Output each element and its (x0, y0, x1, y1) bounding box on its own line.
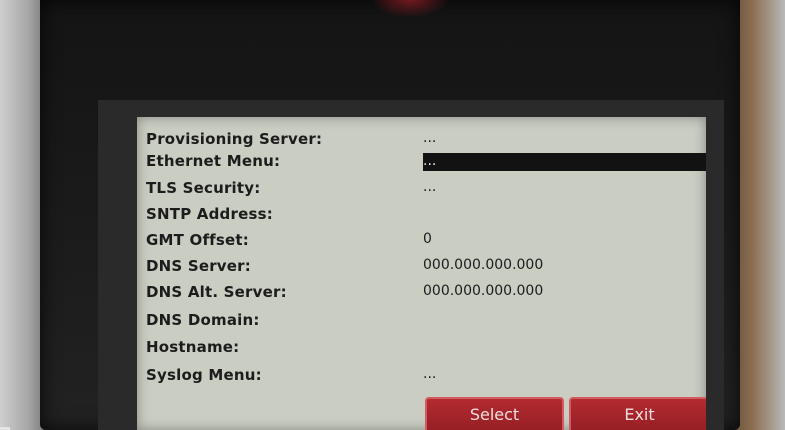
row-label: Ethernet Menu: (146, 152, 281, 170)
brand-logo (370, 0, 450, 18)
row-value: 000.000.000.000 (423, 283, 544, 299)
menu-row-dns-domain[interactable]: DNS Domain: (137, 308, 706, 334)
row-label: Provisioning Server: (146, 130, 323, 148)
exit-button[interactable]: Exit (569, 397, 706, 430)
menu-row-gmt-offset[interactable]: GMT Offset: 0 (137, 228, 706, 254)
row-label: GMT Offset: (146, 231, 249, 249)
row-value: ... (423, 130, 437, 146)
select-button[interactable]: Select (425, 397, 564, 430)
menu-row-tls-security[interactable]: TLS Security: ... (137, 176, 706, 202)
row-value: ... (423, 179, 437, 195)
lcd-screen: Provisioning Server: ... Ethernet Menu: … (137, 117, 706, 430)
row-label: DNS Domain: (146, 311, 260, 329)
menu-row-dns-alt-server[interactable]: DNS Alt. Server: 000.000.000.000 (137, 280, 706, 306)
row-label: DNS Server: (146, 257, 251, 275)
menu-row-hostname[interactable]: Hostname: (137, 335, 706, 361)
row-label: Syslog Menu: (146, 366, 262, 384)
row-value: 0 (423, 231, 432, 247)
row-value-selected: ... (423, 153, 706, 171)
menu-row-dns-server[interactable]: DNS Server: 000.000.000.000 (137, 254, 706, 280)
menu-row-ethernet-menu[interactable]: Ethernet Menu: ... (137, 149, 706, 175)
row-label: DNS Alt. Server: (146, 283, 287, 301)
row-value: 000.000.000.000 (423, 257, 544, 273)
row-value: ... (423, 366, 437, 382)
menu-row-sntp-address[interactable]: SNTP Address: (137, 202, 706, 228)
row-label: Hostname: (146, 338, 240, 356)
menu-row-syslog-menu[interactable]: Syslog Menu: ... (137, 363, 706, 389)
row-label: SNTP Address: (146, 205, 273, 223)
row-label: TLS Security: (146, 179, 261, 197)
